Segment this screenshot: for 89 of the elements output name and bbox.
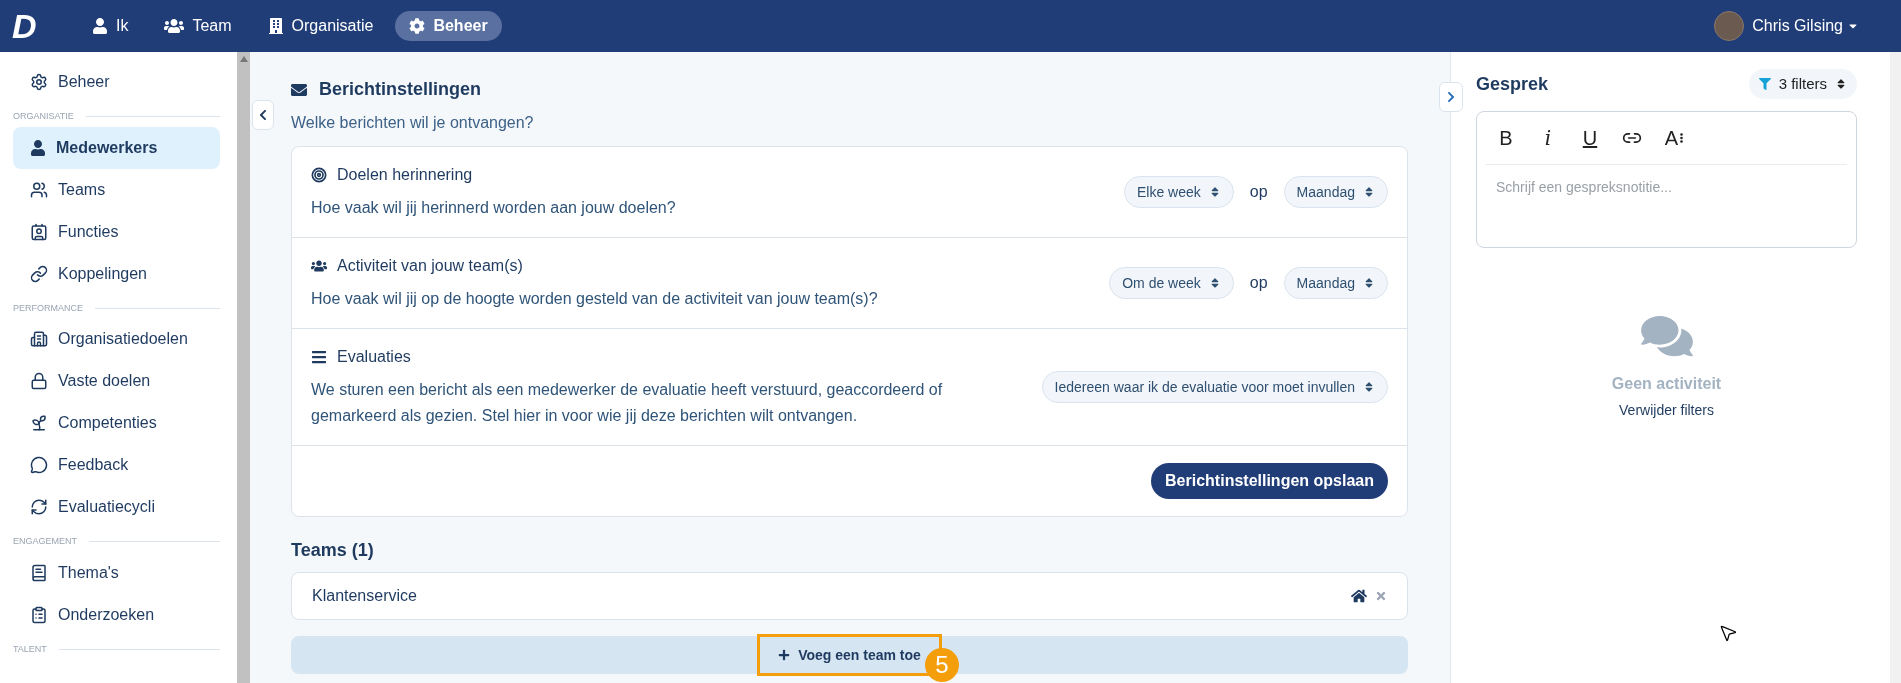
dropdown-select[interactable]: Maandag [1283,176,1388,208]
building-icon [267,18,284,34]
dropdown-select[interactable]: Elke week [1124,176,1234,208]
avatar[interactable] [1714,11,1745,41]
user-menu[interactable]: Chris Gilsing [1752,14,1859,38]
setting-title: Evaluaties [337,347,411,367]
filter-button[interactable]: 3 filters [1748,69,1857,99]
filter-icon [1758,78,1771,90]
collapse-button[interactable] [252,100,274,130]
sidebar-item[interactable]: Vaste doelen [13,360,220,402]
clipboard-icon [30,605,48,624]
chat-bubbles-icon [1638,313,1695,359]
id-card-icon [30,222,48,241]
expand-button[interactable] [1439,82,1463,112]
setting-question: We sturen een bericht als een medewerker de evaluatie heeft verstuurd, geaccordeerd of gemarkeerd als gezien. Stel hier in voor wie jij deze berichten wilt ontvangen. [311,380,944,426]
dropdown-select[interactable]: Iedereen waar ik de evaluatie voor moet invullen [1041,371,1388,403]
note-input[interactable]: Schrijf een gespreksnotitie... [1486,177,1847,198]
person-icon [30,139,46,156]
sidebar-item[interactable]: Medewerkers [13,126,220,169]
team-name: Klantenservice [312,586,417,606]
scrollbar[interactable] [237,52,250,683]
panel-title: Gesprek [1476,72,1549,96]
dots-icon [1680,133,1684,143]
bold-button[interactable]: B [1486,122,1526,154]
dropdown-select[interactable]: Om de week [1109,267,1234,299]
home-icon[interactable] [1351,588,1367,604]
section-title: Berichtinstellingen [319,78,482,101]
sidebar-item[interactable]: Functies [13,210,220,253]
scrollbar[interactable] [1890,52,1901,683]
sort-icon [1835,78,1847,90]
sidebar-item[interactable]: Koppelingen [13,252,220,295]
people-icon [164,16,185,36]
cursor-icon [1718,623,1738,643]
section-heading: TALENT [13,642,47,656]
remove-filters-link[interactable]: Verwijder filters [1619,400,1714,421]
underline-button[interactable]: U [1570,122,1610,154]
speech-bubble-icon [30,456,48,474]
section-heading: PERFORMANCE [13,301,83,315]
book-icon [30,563,48,582]
italic-button[interactable]: i [1528,122,1568,154]
refresh-icon [30,498,48,516]
building-icon [30,330,48,348]
joiner-text: op [1249,182,1268,202]
sidebar-item[interactable]: Teams [13,168,220,211]
sidebar-item[interactable]: Feedback [13,444,220,486]
nav-tab[interactable]: Beheer [395,11,502,41]
joiner-text: op [1249,273,1268,293]
text-size-button[interactable]: A [1654,122,1694,154]
target-icon [311,167,327,183]
sidebar-item[interactable]: Organisatiedoelen [13,318,220,360]
setting-title: Activiteit van jouw team(s) [337,256,523,276]
step-badge: 5 [925,648,959,682]
chevron-right-icon [1445,91,1457,103]
section-subtitle: Welke berichten wil je ontvangen? [291,113,535,133]
sprout-icon [30,414,48,432]
sidebar-item[interactable]: Onderzoeken [13,593,220,636]
empty-title: Geen activiteit [1611,374,1722,394]
section-heading: ORGANISATIE [13,110,74,123]
settings-icon [409,18,426,34]
setting-title: Doelen herinnering [337,165,473,185]
sidebar-item[interactable]: Thema's [13,551,220,594]
setting-question: Hoe vaak wil jij herinnerd worden aan jouw doelen? [311,198,677,218]
person-icon [92,18,108,34]
close-icon[interactable] [1375,590,1387,602]
plus-icon [778,649,791,661]
sort-icon [1363,277,1375,289]
setting-question: Hoe vaak wil jij op de hoogte worden gesteld van de activiteit van jouw team(s)? [311,289,879,309]
teams-heading: Teams (1) [291,539,375,562]
nav-tab[interactable]: Ik [78,11,143,41]
sidebar-item[interactable]: Beheer [13,61,220,103]
chevron-left-icon [257,109,269,121]
list-icon [311,349,327,365]
sort-icon [1363,381,1375,393]
nav-tab[interactable]: Organisatie [253,11,388,41]
save-button[interactable]: Berichtinstellingen opslaan [1151,463,1388,499]
envelope-icon [291,81,307,98]
lock-icon [30,372,48,390]
logo[interactable]: D [12,9,52,43]
settings-icon [30,73,48,91]
sidebar-item[interactable]: Evaluatiecycli [13,486,220,528]
section-heading: ENGAGEMENT [13,535,77,548]
scroll-up-icon[interactable] [239,56,248,62]
people-icon [30,180,48,199]
sidebar-item[interactable]: Competenties [13,402,220,444]
dropdown-select[interactable]: Maandag [1283,267,1388,299]
link-icon [30,264,48,283]
sort-icon [1363,186,1375,198]
nav-tab[interactable]: Team [150,11,246,41]
people-icon [311,258,327,274]
